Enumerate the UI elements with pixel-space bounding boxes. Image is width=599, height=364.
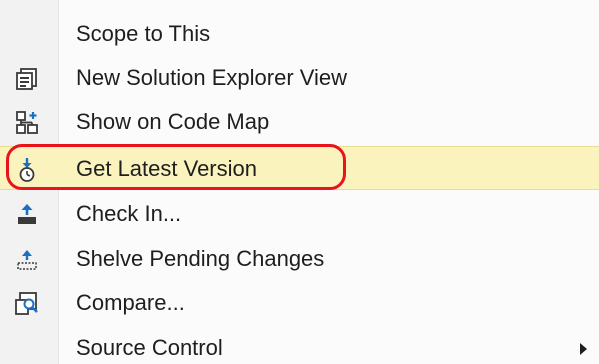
menu-item-label: Show on Code Map xyxy=(76,109,270,134)
menu-item-label: Scope to This xyxy=(76,21,211,46)
menu-item-label: Get Latest Version xyxy=(76,156,257,181)
check-in-icon xyxy=(14,202,40,228)
get-latest-icon xyxy=(14,157,40,183)
menu-item-scope-to-this[interactable]: Scope to This xyxy=(0,12,599,56)
compare-icon xyxy=(14,291,40,317)
submenu-arrow-icon xyxy=(580,343,587,355)
code-map-icon xyxy=(14,110,40,136)
menu-item-label: Source Control xyxy=(76,335,223,360)
shelve-icon xyxy=(14,247,40,273)
menu-item-label: Shelve Pending Changes xyxy=(76,246,325,271)
menu-item-check-in[interactable]: Check In... xyxy=(0,192,599,236)
menu-item-label: New Solution Explorer View xyxy=(76,65,348,90)
menu-item-source-control[interactable]: Source Control xyxy=(0,326,599,364)
menu-item-label: Check In... xyxy=(76,201,182,226)
menu-item-shelve-pending-changes[interactable]: Shelve Pending Changes xyxy=(0,237,599,281)
menu-item-label: Compare... xyxy=(76,290,185,315)
menu-item-new-solution-explorer-view[interactable]: New Solution Explorer View xyxy=(0,56,599,100)
solution-explorer-view-icon xyxy=(14,66,40,92)
menu-item-compare[interactable]: Compare... xyxy=(0,281,599,325)
menu-item-show-on-code-map[interactable]: Show on Code Map xyxy=(0,100,599,144)
menu-item-get-latest-version[interactable]: Get Latest Version xyxy=(0,146,599,190)
context-menu: Scope to This New Solution Explorer View xyxy=(0,0,599,364)
